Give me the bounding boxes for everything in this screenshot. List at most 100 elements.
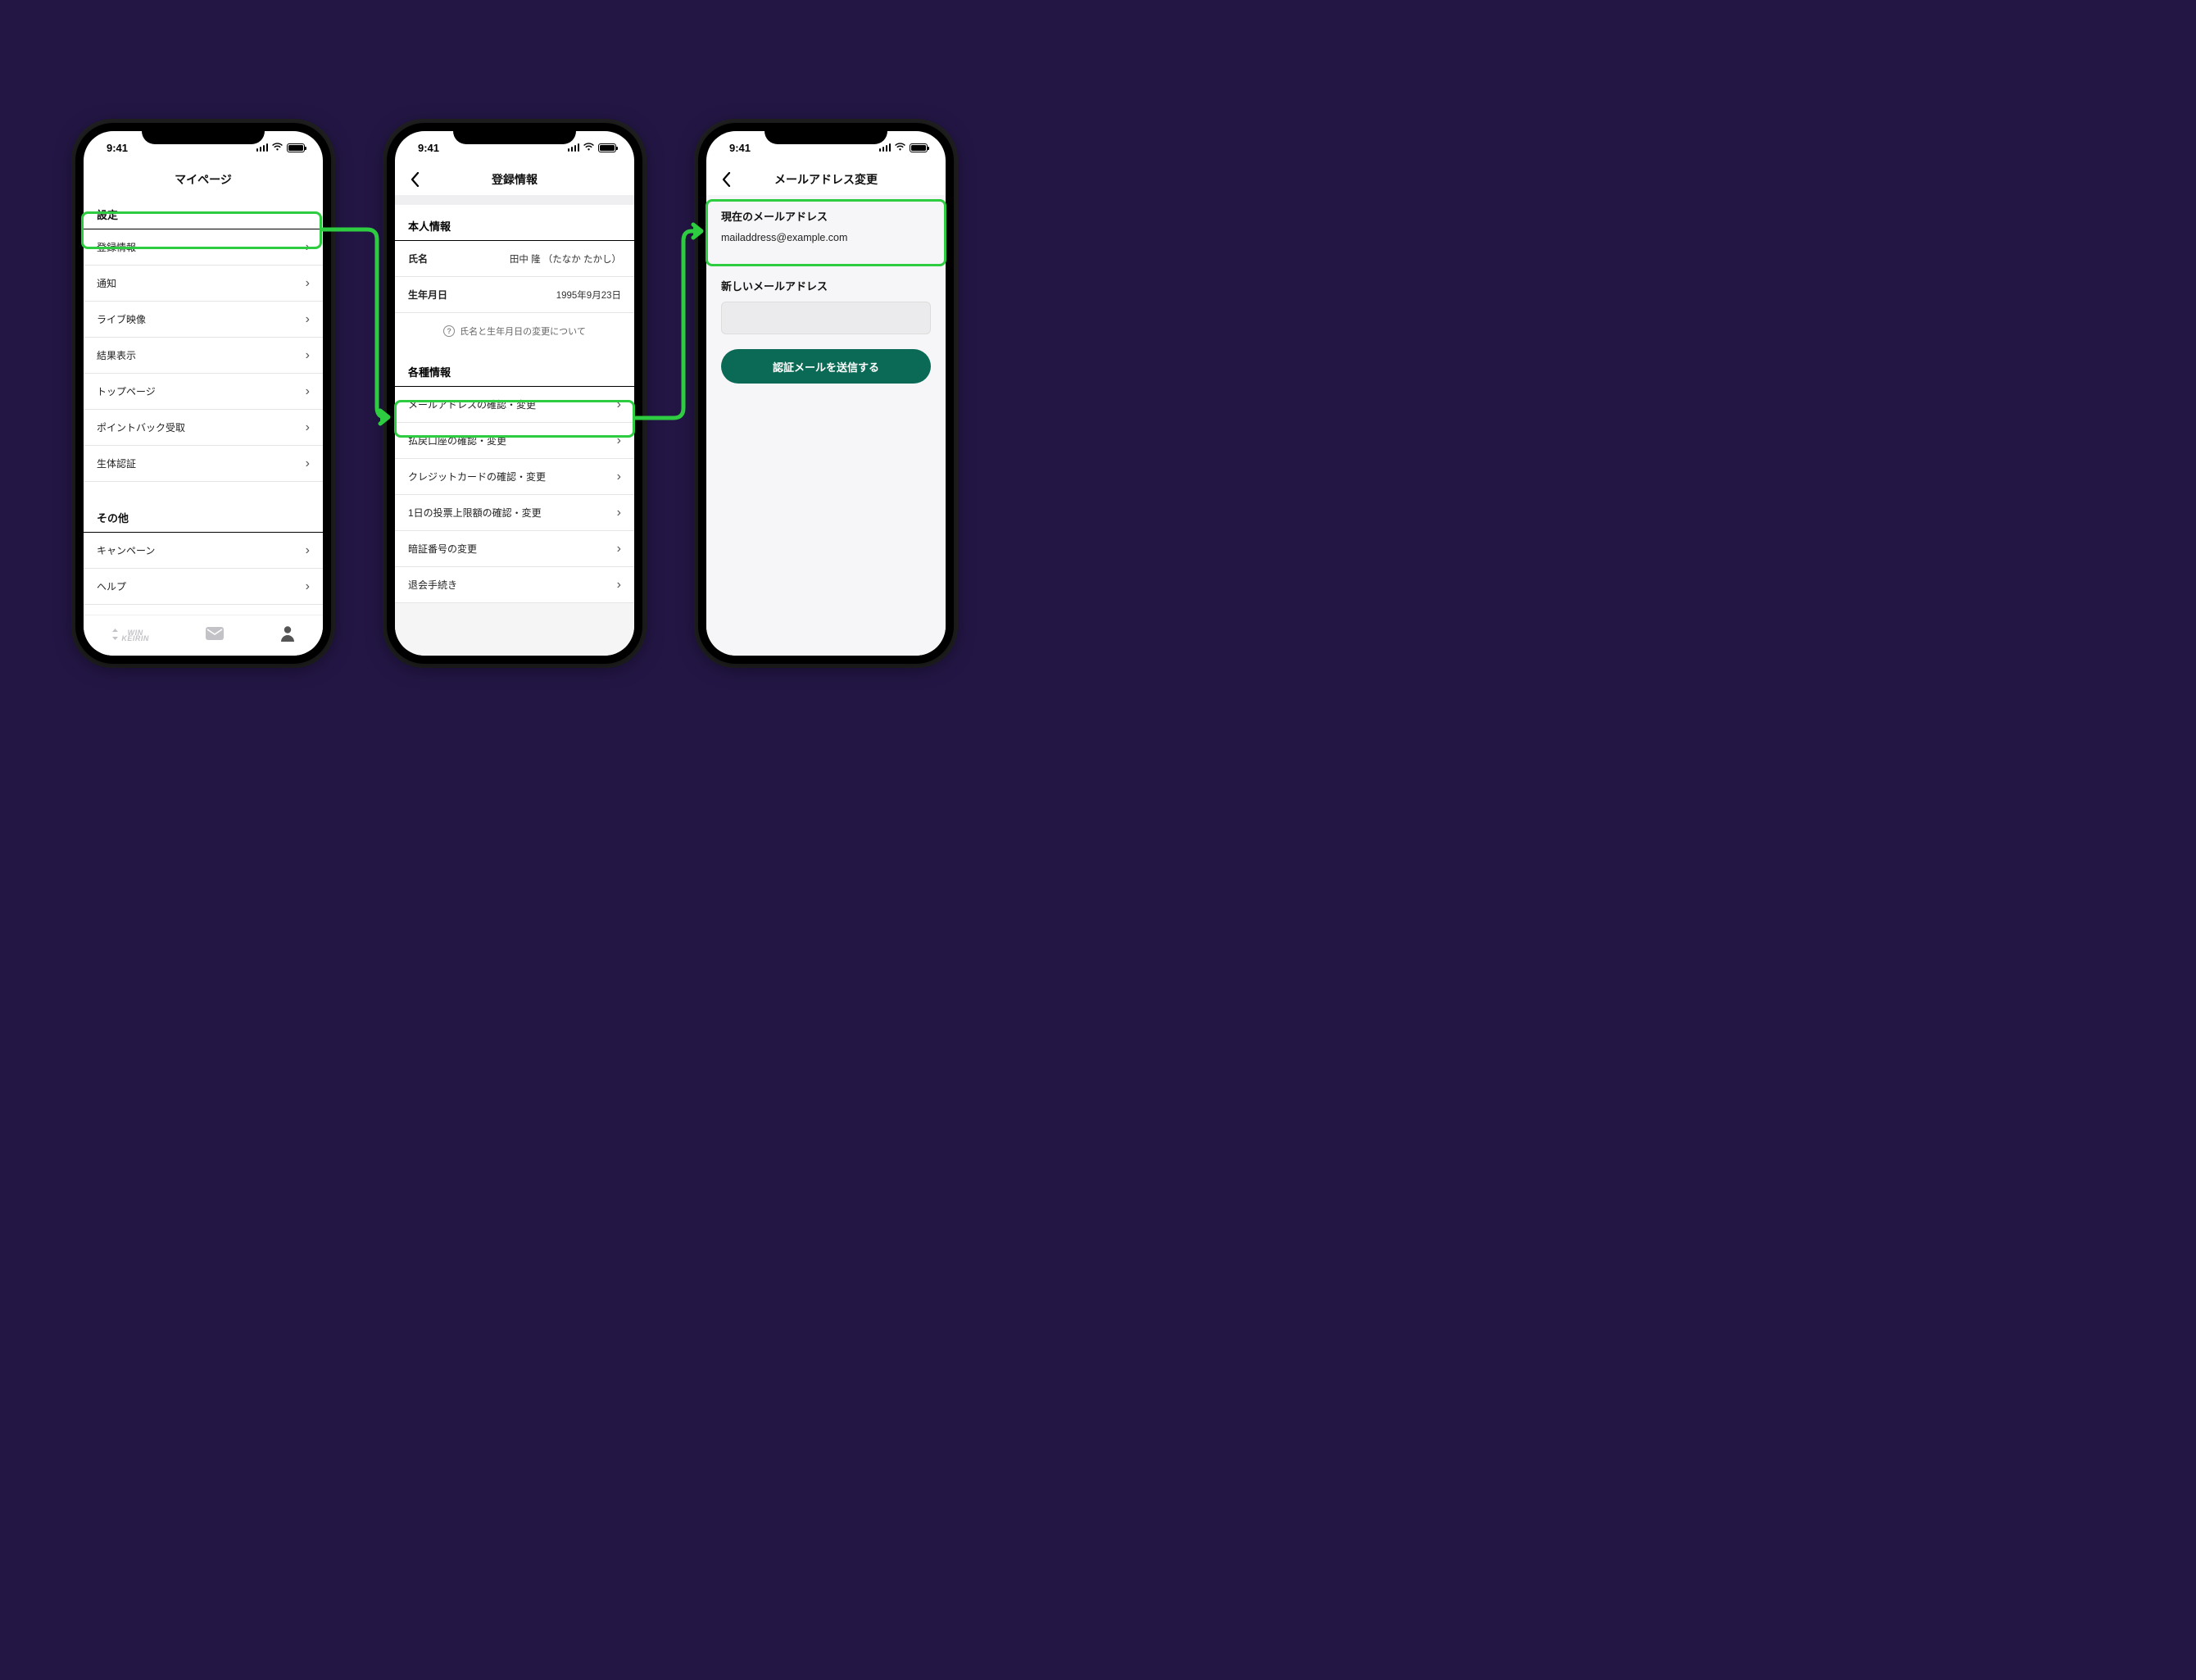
- brand-logo: WIN KEIRIN: [121, 630, 149, 642]
- row-label: 生体認証: [97, 456, 136, 470]
- content-mypage: 設定 登録情報 › 通知 › ライブ映像 › 結果表示 ›: [84, 195, 323, 615]
- row-label: 払戻口座の確認・変更: [408, 434, 506, 447]
- tab-bar: WIN KEIRIN: [84, 615, 323, 656]
- row-label: 暗証番号の変更: [408, 542, 477, 556]
- chevron-right-icon: ›: [306, 385, 310, 398]
- row-label: クレジットカードの確認・変更: [408, 470, 546, 484]
- section-other-title: その他: [84, 498, 323, 533]
- phone-mypage: 9:41 マイページ 設定 登録情報 › 通知: [75, 123, 331, 664]
- new-email-block: 新しいメールアドレス: [706, 265, 946, 334]
- row-name-dob-help[interactable]: ? 氏名と生年月日の変更について: [395, 313, 634, 351]
- row-notifications[interactable]: 通知 ›: [84, 266, 323, 302]
- chevron-right-icon: ›: [617, 398, 621, 411]
- nav-header: 登録情報: [395, 164, 634, 195]
- new-email-input[interactable]: [721, 302, 931, 334]
- row-help[interactable]: ヘルプ ›: [84, 569, 323, 605]
- chevron-right-icon: ›: [306, 241, 310, 254]
- row-label: キャンペーン: [97, 543, 155, 557]
- row-pin-change[interactable]: 暗証番号の変更 ›: [395, 531, 634, 567]
- phone-registration-info: 9:41 登録情報 本人情報 氏名: [387, 123, 642, 664]
- row-top-page[interactable]: トップページ ›: [84, 374, 323, 410]
- device-notch: [453, 123, 576, 144]
- row-label: ライブ映像: [97, 312, 146, 326]
- row-pointback[interactable]: ポイントバック受取 ›: [84, 410, 323, 446]
- row-results[interactable]: 結果表示 ›: [84, 338, 323, 374]
- back-button[interactable]: [405, 172, 424, 187]
- signal-icon: [879, 143, 892, 152]
- status-indicators: [879, 143, 928, 153]
- row-label: 結果表示: [97, 348, 136, 362]
- chevron-right-icon: ›: [617, 543, 621, 556]
- row-campaign[interactable]: キャンペーン ›: [84, 533, 323, 569]
- current-email-label: 現在のメールアドレス: [721, 208, 931, 224]
- signal-icon: [256, 143, 269, 152]
- chevron-right-icon: ›: [306, 544, 310, 557]
- name-value: 田中 隆 （たなか たかし）: [510, 252, 621, 266]
- signal-icon: [568, 143, 580, 152]
- screen-email: 9:41 メールアドレス変更 現在のメールアドレス maila: [706, 131, 946, 656]
- chevron-right-icon: ›: [306, 349, 310, 362]
- content-registration: 本人情報 氏名 田中 隆 （たなか たかし） 生年月日 1995年9月23日 ?…: [395, 195, 634, 656]
- chevron-right-icon: ›: [306, 277, 310, 290]
- screen-mypage: 9:41 マイページ 設定 登録情報 › 通知: [84, 131, 323, 656]
- chevron-right-icon: ›: [617, 579, 621, 592]
- dob-value: 1995年9月23日: [556, 288, 621, 302]
- row-label: ヘルプ: [97, 579, 126, 593]
- nav-header: メールアドレス変更: [706, 164, 946, 195]
- row-live-video[interactable]: ライブ映像 ›: [84, 302, 323, 338]
- row-daily-limit[interactable]: 1日の投票上限額の確認・変更 ›: [395, 495, 634, 531]
- device-notch: [765, 123, 887, 144]
- help-text: 氏名と生年月日の変更について: [460, 325, 586, 338]
- current-email-block: 現在のメールアドレス mailaddress@example.com: [706, 195, 946, 243]
- wifi-icon: [271, 143, 284, 153]
- device-notch: [142, 123, 265, 144]
- row-label: ポイントバック受取: [97, 420, 185, 434]
- tab-profile[interactable]: [280, 625, 295, 647]
- new-email-label: 新しいメールアドレス: [721, 278, 931, 293]
- status-time: 9:41: [418, 142, 439, 154]
- row-withdraw[interactable]: 退会手続き ›: [395, 567, 634, 603]
- row-label: トップページ: [97, 384, 156, 398]
- chevron-right-icon: ›: [617, 506, 621, 520]
- row-credit-card[interactable]: クレジットカードの確認・変更 ›: [395, 459, 634, 495]
- content-email: 現在のメールアドレス mailaddress@example.com 新しいメー…: [706, 195, 946, 656]
- row-label: メールアドレスの確認・変更: [408, 397, 536, 411]
- row-biometrics[interactable]: 生体認証 ›: [84, 446, 323, 482]
- back-button[interactable]: [716, 172, 736, 187]
- tutorial-stage: 9:41 マイページ 設定 登録情報 › 通知: [0, 0, 1026, 785]
- tab-mail[interactable]: [206, 626, 224, 645]
- status-indicators: [256, 143, 306, 153]
- row-registration-info[interactable]: 登録情報 ›: [84, 229, 323, 266]
- send-verification-button[interactable]: 認証メールを送信する: [721, 349, 931, 384]
- chevron-right-icon: ›: [306, 313, 310, 326]
- page-title: 登録情報: [492, 171, 538, 188]
- page-title: メールアドレス変更: [774, 171, 878, 188]
- button-label: 認証メールを送信する: [773, 359, 879, 375]
- status-time: 9:41: [107, 142, 128, 154]
- chevron-right-icon: ›: [306, 457, 310, 470]
- battery-icon: [910, 143, 928, 152]
- current-email-value: mailaddress@example.com: [721, 232, 931, 243]
- flow-arrow-2: [634, 221, 708, 434]
- person-icon: [280, 625, 295, 647]
- row-dob: 生年月日 1995年9月23日: [395, 277, 634, 313]
- tab-home[interactable]: WIN KEIRIN: [111, 626, 149, 645]
- wifi-icon: [583, 143, 595, 153]
- chevron-right-icon: ›: [306, 421, 310, 434]
- screen-registration: 9:41 登録情報 本人情報 氏名: [395, 131, 634, 656]
- name-label: 氏名: [408, 252, 428, 266]
- question-icon: ?: [443, 325, 455, 337]
- phone-email-change: 9:41 メールアドレス変更 現在のメールアドレス maila: [698, 123, 954, 664]
- row-bank-account[interactable]: 払戻口座の確認・変更 ›: [395, 423, 634, 459]
- row-name: 氏名 田中 隆 （たなか たかし）: [395, 241, 634, 277]
- row-label: 登録情報: [97, 240, 136, 254]
- row-email-change[interactable]: メールアドレスの確認・変更 ›: [395, 387, 634, 423]
- section-settings-title: 設定: [84, 195, 323, 229]
- chevron-right-icon: ›: [617, 434, 621, 447]
- status-indicators: [568, 143, 617, 153]
- nav-header: マイページ: [84, 164, 323, 195]
- row-label: 通知: [97, 276, 116, 290]
- battery-icon: [287, 143, 305, 152]
- dob-label: 生年月日: [408, 288, 447, 302]
- sort-icon: [111, 626, 119, 645]
